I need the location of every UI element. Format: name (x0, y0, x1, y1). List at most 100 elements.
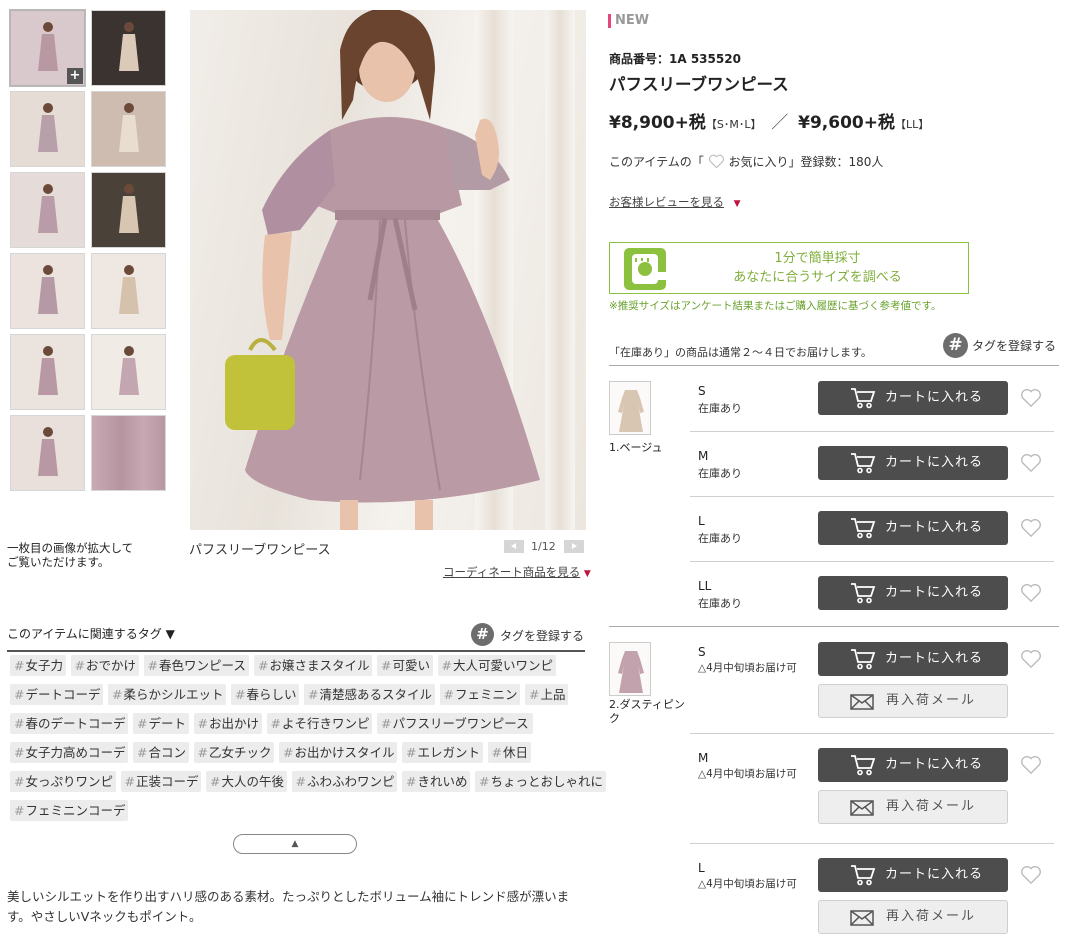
price-regular-sizes: 【S･M･L】 (705, 118, 762, 131)
tag-chip[interactable]: #春色ワンピース (143, 655, 249, 676)
tag-chip[interactable]: #女子力高めコーデ (10, 742, 128, 763)
tag-chip[interactable]: #フェミニンコーデ (10, 800, 128, 821)
stock-status: 在庫あり (698, 532, 742, 545)
review-link-label[interactable]: お客様レビューを見る (609, 195, 724, 209)
restock-mail-label: 再入荷メール (886, 909, 977, 924)
tag-chip[interactable]: #乙女チック (193, 742, 274, 763)
tag-chip[interactable]: #お出かけスタイル (279, 742, 397, 763)
tag-chip[interactable]: #清楚感あるスタイル (304, 684, 435, 705)
register-tag-link-right[interactable]: タグを登録する (972, 337, 1056, 354)
price-row: ¥8,900+税【S･M･L】 ／ ¥9,600+税【LL】 (609, 108, 929, 133)
cart-icon (851, 649, 876, 670)
register-tag-link[interactable]: タグを登録する (500, 627, 584, 644)
favorite-prefix: このアイテムの「 (609, 155, 704, 169)
tag-chip[interactable]: #女子力 (10, 655, 66, 676)
delivery-note: 「在庫あり」の商品は通常２～４日でお届けします。 (609, 346, 872, 359)
tag-chip[interactable]: #フェミニン (439, 684, 520, 705)
variant-thumbnail[interactable] (609, 381, 651, 435)
zoom-plus-icon[interactable]: + (67, 68, 83, 84)
favorite-heart-icon[interactable] (1020, 583, 1042, 603)
price-large: ¥9,600+税 (798, 113, 895, 133)
tag-chip[interactable]: #春らしい (231, 684, 299, 705)
new-badge: NEW (615, 13, 650, 28)
tag-chip[interactable]: #合コン (133, 742, 189, 763)
tag-chip[interactable]: #大人可愛いワンピ (437, 655, 556, 676)
add-to-cart-button[interactable]: カートに入れる (818, 576, 1008, 610)
tag-chip[interactable]: #パフスリーブワンピース (377, 713, 533, 734)
cart-icon (851, 453, 876, 474)
size-finder-line1: 1分で簡単採寸 (774, 251, 861, 266)
row-divider (690, 561, 1054, 562)
tag-chip[interactable]: #大人の午後 (206, 771, 287, 792)
product-title: パフスリーブワンピース (609, 75, 789, 94)
restock-mail-button[interactable]: 再入荷メール (818, 790, 1008, 824)
stock-status: △4月中旬頃お届け可 (698, 878, 797, 890)
gallery-thumbnail[interactable] (91, 253, 166, 329)
tag-chip[interactable]: #ちょっとおしゃれに (475, 771, 606, 792)
tag-chip[interactable]: #おでかけ (70, 655, 139, 676)
size-finder-line2: あなたに合うサイズを調べる (733, 270, 902, 285)
tag-chip[interactable]: #お出かけ (193, 713, 262, 734)
tag-chip[interactable]: #可愛い (377, 655, 433, 676)
new-badge-bar (608, 14, 611, 28)
favorite-heart-icon[interactable] (1020, 388, 1042, 408)
favorite-heart-icon[interactable] (1020, 755, 1042, 775)
gallery-thumbnail[interactable]: + (9, 9, 86, 87)
favorite-heart-icon[interactable] (1020, 453, 1042, 473)
add-to-cart-label: カートに入れる (885, 651, 984, 666)
gallery-thumbnail[interactable] (91, 172, 166, 248)
tag-chip[interactable]: #柔らかシルエット (108, 684, 226, 705)
gallery-thumbnail[interactable] (10, 415, 85, 491)
cart-icon (851, 388, 876, 409)
variant-divider (609, 626, 1059, 627)
coordinate-link-label[interactable]: コーディネート商品を見る (443, 565, 580, 579)
size-finder-button[interactable]: 1分で簡単採寸 あなたに合うサイズを調べる (609, 242, 969, 294)
stock-status: 在庫あり (698, 597, 742, 610)
prev-image-button[interactable] (504, 540, 524, 553)
gallery-thumbnail[interactable] (91, 10, 166, 86)
add-to-cart-button[interactable]: カートに入れる (818, 642, 1008, 676)
add-to-cart-label: カートに入れる (885, 455, 984, 470)
favorite-heart-icon[interactable] (1020, 865, 1042, 885)
row-divider (690, 496, 1054, 497)
gallery-thumbnail[interactable] (10, 334, 85, 410)
gallery-thumbnail[interactable] (10, 253, 85, 329)
add-to-cart-button[interactable]: カートに入れる (818, 748, 1008, 782)
cart-icon (851, 755, 876, 776)
favorite-heart-icon[interactable] (1020, 649, 1042, 669)
add-to-cart-label: カートに入れる (885, 520, 984, 535)
mail-icon (850, 910, 874, 926)
gallery-thumbnail[interactable] (91, 334, 166, 410)
tag-chip[interactable]: #春のデートコーデ (10, 713, 128, 734)
add-to-cart-button[interactable]: カートに入れる (818, 858, 1008, 892)
tag-chip[interactable]: #お嬢さまスタイル (254, 655, 372, 676)
review-link[interactable]: お客様レビューを見る ▼ (609, 194, 741, 210)
tags-title[interactable]: このアイテムに関連するタグ ▼ (7, 625, 175, 642)
tag-chip[interactable]: #正装コーデ (120, 771, 201, 792)
tag-chip[interactable]: #デート (133, 713, 189, 734)
variant-thumbnail[interactable] (609, 642, 651, 696)
tag-chip[interactable]: #女っぷりワンピ (10, 771, 116, 792)
add-to-cart-button[interactable]: カートに入れる (818, 511, 1008, 545)
restock-mail-button[interactable]: 再入荷メール (818, 900, 1008, 934)
variant-color-label: 2.ダスティピンク (609, 698, 685, 725)
tag-chip[interactable]: #デートコーデ (10, 684, 103, 705)
tag-chip[interactable]: #上品 (525, 684, 568, 705)
add-to-cart-button[interactable]: カートに入れる (818, 381, 1008, 415)
coordinate-link[interactable]: コーディネート商品を見る ▼ (443, 564, 591, 580)
collapse-tags-button[interactable]: ▲ (233, 834, 357, 854)
gallery-thumbnail[interactable] (10, 91, 85, 167)
main-product-image[interactable] (190, 10, 586, 530)
gallery-thumbnail[interactable] (10, 172, 85, 248)
favorite-heart-icon[interactable] (1020, 518, 1042, 538)
tag-chip[interactable]: #エレガント (402, 742, 483, 763)
next-image-button[interactable] (564, 540, 584, 553)
tag-chip[interactable]: #よそ行きワンピ (266, 713, 372, 734)
add-to-cart-button[interactable]: カートに入れる (818, 446, 1008, 480)
tag-chip[interactable]: #ふわふわワンピ (291, 771, 397, 792)
gallery-thumbnail[interactable] (91, 415, 166, 491)
gallery-thumbnail[interactable] (91, 91, 166, 167)
restock-mail-button[interactable]: 再入荷メール (818, 684, 1008, 718)
tag-chip[interactable]: #きれいめ (402, 771, 470, 792)
tag-chip[interactable]: #休日 (487, 742, 531, 763)
